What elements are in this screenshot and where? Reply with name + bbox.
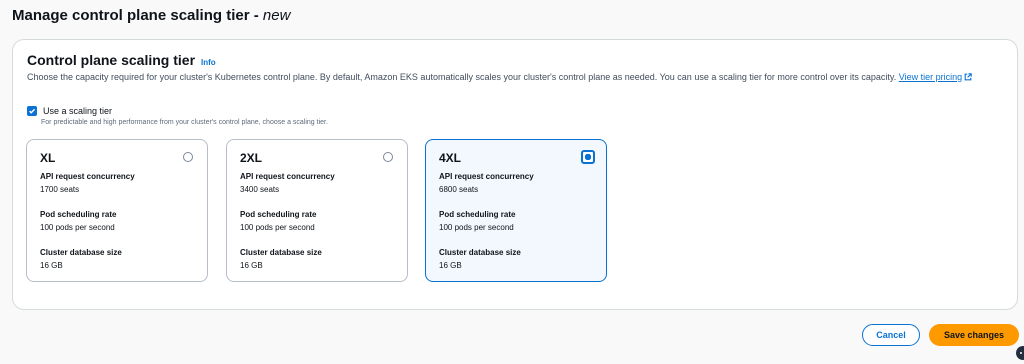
tier-radio[interactable] — [383, 152, 393, 162]
section-header: Control plane scaling tier Info — [27, 52, 216, 68]
spec-label: API request concurrency — [240, 172, 335, 181]
pod-scheduling-rate: Pod scheduling rate 100 pods per second — [240, 209, 316, 233]
section-description: Choose the capacity required for your cl… — [27, 71, 1007, 84]
spec-label: Cluster database size — [439, 248, 521, 257]
page-title-text: Manage control plane scaling tier - — [12, 6, 259, 24]
api-concurrency: API request concurrency 6800 seats — [439, 171, 534, 195]
dots-icon — [1020, 352, 1022, 354]
tier-name: 2XL — [240, 151, 263, 165]
spec-value: 100 pods per second — [40, 223, 115, 232]
spec-label: Pod scheduling rate — [40, 210, 117, 219]
spec-value: 16 GB — [439, 261, 462, 270]
spec-value: 100 pods per second — [240, 223, 315, 232]
spec-value: 3400 seats — [240, 185, 280, 194]
tier-name: 4XL — [439, 151, 462, 165]
spec-value: 6800 seats — [439, 185, 479, 194]
tier-name: XL — [40, 151, 56, 165]
use-scaling-tier-row: Use a scaling tier — [27, 106, 112, 116]
pod-scheduling-rate: Pod scheduling rate 100 pods per second — [439, 209, 515, 233]
save-changes-button[interactable]: Save changes — [929, 324, 1019, 346]
page-title-suffix: new — [262, 6, 291, 24]
info-link[interactable]: Info — [201, 58, 216, 67]
external-link-icon — [964, 73, 972, 81]
api-concurrency: API request concurrency 1700 seats — [40, 171, 135, 195]
spec-label: API request concurrency — [439, 172, 534, 181]
spec-value: 1700 seats — [40, 185, 80, 194]
cluster-database-size: Cluster database size 16 GB — [439, 247, 521, 271]
spec-value: 16 GB — [240, 261, 263, 270]
view-tier-pricing-link[interactable]: View tier pricing — [899, 72, 972, 82]
help-widget-icon[interactable] — [1016, 346, 1024, 360]
description-text: Choose the capacity required for your cl… — [27, 72, 897, 82]
use-scaling-tier-checkbox[interactable] — [27, 106, 37, 116]
spec-value: 16 GB — [40, 261, 63, 270]
view-tier-pricing-label: View tier pricing — [898, 72, 963, 82]
page-title: Manage control plane scaling tier - new — [0, 0, 1024, 30]
check-icon — [29, 108, 36, 114]
use-scaling-tier-description: For predictable and high performance fro… — [41, 119, 328, 126]
tier-radio[interactable] — [183, 152, 193, 162]
tier-tile-2xl[interactable]: 2XL API request concurrency 3400 seats P… — [226, 139, 408, 282]
section-title: Control plane scaling tier — [27, 52, 196, 68]
tier-tile-xl[interactable]: XL API request concurrency 1700 seats Po… — [26, 139, 208, 282]
spec-label: Cluster database size — [240, 248, 322, 257]
use-scaling-tier-label[interactable]: Use a scaling tier — [43, 106, 112, 116]
spec-label: API request concurrency — [40, 172, 135, 181]
api-concurrency: API request concurrency 3400 seats — [240, 171, 335, 195]
tier-radio-selected[interactable] — [581, 150, 595, 164]
scaling-tier-panel: Control plane scaling tier Info Choose t… — [12, 39, 1018, 310]
cancel-button[interactable]: Cancel — [862, 324, 920, 346]
tier-tile-4xl[interactable]: 4XL API request concurrency 6800 seats P… — [425, 139, 607, 282]
spec-value: 100 pods per second — [439, 223, 514, 232]
spec-label: Cluster database size — [40, 248, 122, 257]
spec-label: Pod scheduling rate — [240, 210, 317, 219]
cluster-database-size: Cluster database size 16 GB — [240, 247, 322, 271]
pod-scheduling-rate: Pod scheduling rate 100 pods per second — [40, 209, 116, 233]
cluster-database-size: Cluster database size 16 GB — [40, 247, 122, 271]
spec-label: Pod scheduling rate — [439, 210, 516, 219]
